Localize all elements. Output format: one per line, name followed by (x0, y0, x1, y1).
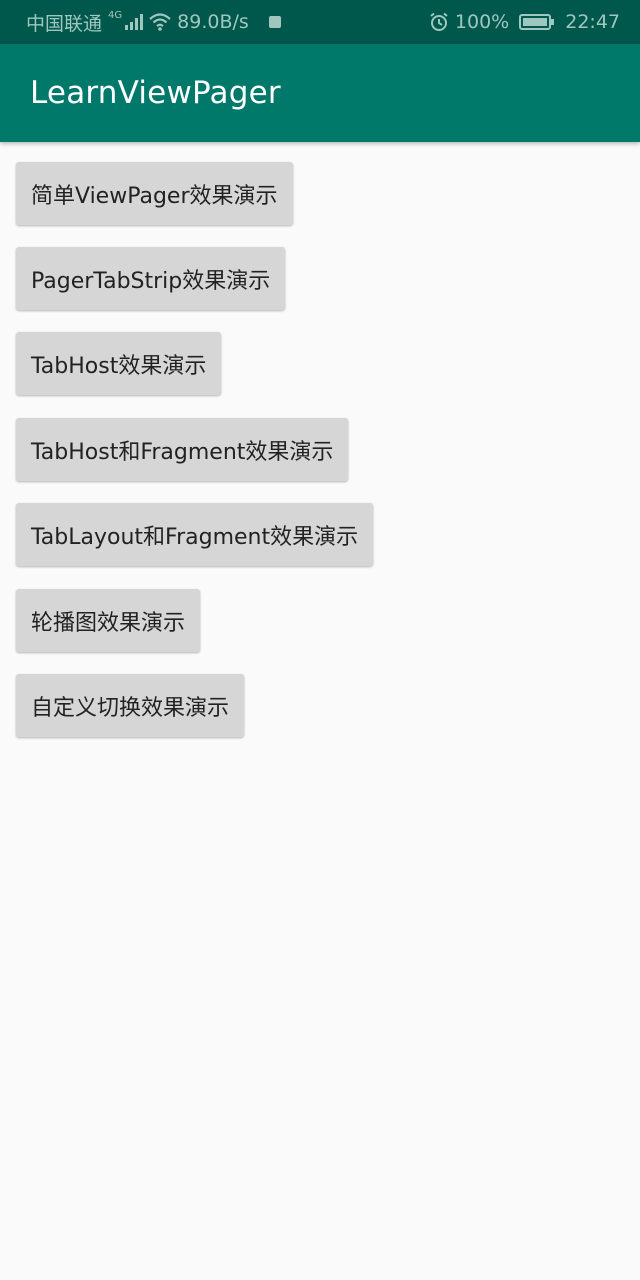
carousel-demo-button[interactable]: 轮播图效果演示 (16, 589, 201, 652)
app-bar: LearnViewPager (0, 44, 640, 142)
wifi-icon (149, 13, 171, 31)
battery-percent-label: 100% (454, 11, 510, 33)
status-right: 100% 22:47 (429, 11, 620, 33)
tabhost-demo-button[interactable]: TabHost效果演示 (16, 332, 222, 395)
clock-label: 22:47 (565, 11, 620, 33)
network-speed-label: 89.0B/s (177, 11, 249, 33)
status-left: 中国联通 4G 89.0B/s (26, 9, 281, 36)
app-title: LearnViewPager (30, 75, 281, 111)
tablayout-fragment-demo-button[interactable]: TabLayout和Fragment效果演示 (16, 503, 374, 566)
pagertabstrip-demo-button[interactable]: PagerTabStrip效果演示 (16, 247, 286, 310)
signal-icon (125, 14, 144, 30)
alarm-icon (429, 12, 449, 32)
battery-icon (519, 14, 555, 30)
status-bar: 中国联通 4G 89.0B/s 100% 22:47 (0, 0, 640, 44)
tabhost-fragment-demo-button[interactable]: TabHost和Fragment效果演示 (16, 418, 349, 481)
simple-viewpager-demo-button[interactable]: 简单ViewPager效果演示 (16, 162, 293, 225)
custom-transition-demo-button[interactable]: 自定义切换效果演示 (16, 674, 245, 737)
notification-icon (268, 16, 281, 28)
carrier-label: 中国联通 (26, 12, 103, 35)
network-type-label: 4G (108, 9, 123, 21)
